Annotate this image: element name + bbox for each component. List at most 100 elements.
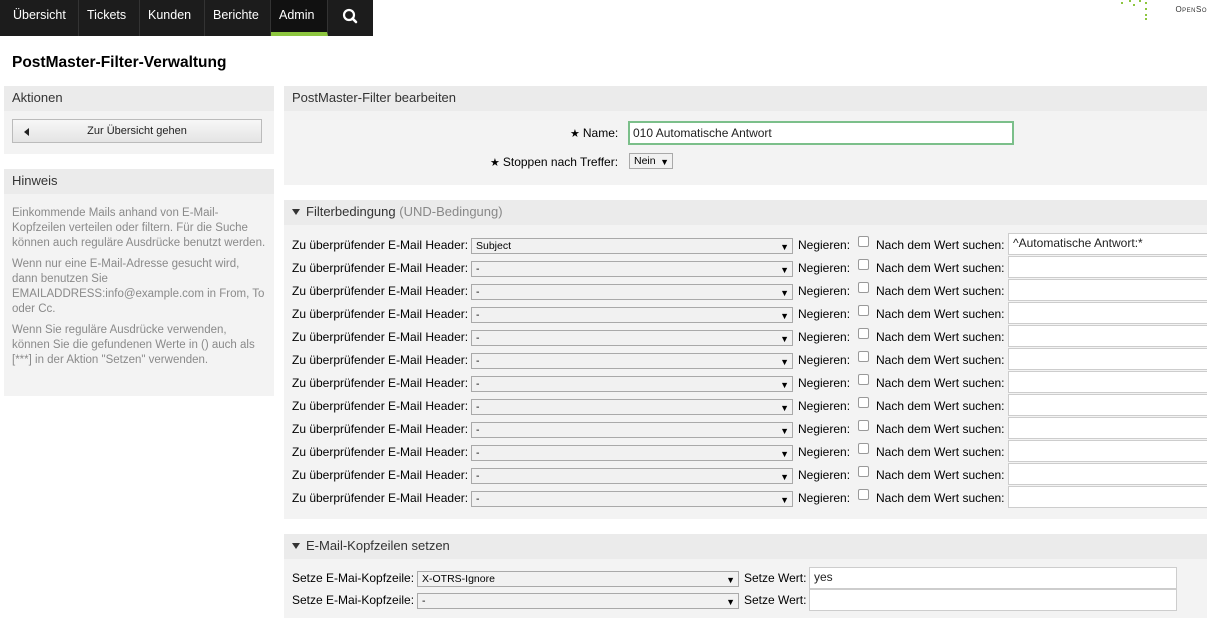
negate-checkbox[interactable] bbox=[858, 305, 869, 316]
search-value-label: Nach dem Wert suchen: bbox=[876, 422, 1005, 436]
header-select-value: - bbox=[476, 378, 480, 390]
actions-title: Aktionen bbox=[12, 90, 63, 105]
search-value-label: Nach dem Wert suchen: bbox=[876, 491, 1005, 505]
header-select-value: - bbox=[476, 332, 480, 344]
chevron-down-icon: ▼ bbox=[780, 311, 789, 321]
search-value-input[interactable] bbox=[1008, 302, 1207, 324]
header-select-value: - bbox=[476, 493, 480, 505]
page-title: PostMaster-Filter-Verwaltung bbox=[12, 54, 227, 71]
edit-filter-title: PostMaster-Filter bearbeiten bbox=[292, 90, 457, 105]
search-value-input[interactable] bbox=[1008, 417, 1207, 439]
header-check-label: Zu überprüfender E-Mail Header: bbox=[292, 422, 469, 436]
chevron-down-icon: ▼ bbox=[780, 357, 789, 367]
header-select[interactable]: - ▼ bbox=[471, 445, 793, 461]
go-to-overview-button[interactable]: Zur Übersicht gehen bbox=[12, 119, 262, 143]
negate-checkbox[interactable] bbox=[858, 397, 869, 408]
set-value-label: Setze Wert: bbox=[744, 593, 807, 607]
header-select[interactable]: - ▼ bbox=[471, 468, 793, 484]
set-header-select-value: - bbox=[422, 595, 426, 607]
chevron-down-icon: ▼ bbox=[780, 242, 789, 252]
filter-condition-title: Filterbedingung bbox=[306, 204, 396, 219]
header-select[interactable]: - ▼ bbox=[471, 491, 793, 507]
negate-checkbox[interactable] bbox=[858, 374, 869, 385]
header-select[interactable]: - ▼ bbox=[471, 284, 793, 300]
set-header-select[interactable]: X-OTRS-Ignore ▼ bbox=[417, 571, 739, 587]
negate-checkbox[interactable] bbox=[858, 489, 869, 500]
header-select-value: - bbox=[476, 447, 480, 459]
nav-item-tickets[interactable]: Tickets bbox=[79, 0, 140, 36]
header-select[interactable]: - ▼ bbox=[471, 422, 793, 438]
logo-mark-icon bbox=[1121, 0, 1147, 20]
logo-text: OpenSo bbox=[1175, 5, 1207, 14]
set-value-input[interactable]: yes bbox=[809, 567, 1177, 589]
set-headers-header[interactable]: E-Mail-Kopfzeilen setzen bbox=[284, 534, 1207, 559]
search-value-label: Nach dem Wert suchen: bbox=[876, 238, 1005, 252]
search-icon bbox=[342, 8, 358, 24]
header-select[interactable]: Subject ▼ bbox=[471, 238, 793, 254]
chevron-down-icon: ▼ bbox=[726, 575, 735, 585]
search-value-input[interactable] bbox=[1008, 394, 1207, 416]
negate-label: Negieren: bbox=[798, 399, 851, 413]
search-value-label: Nach dem Wert suchen: bbox=[876, 284, 1005, 298]
search-value-input[interactable] bbox=[1008, 256, 1207, 278]
chevron-down-icon: ▼ bbox=[780, 334, 789, 344]
search-value-label: Nach dem Wert suchen: bbox=[876, 261, 1005, 275]
search-value-label: Nach dem Wert suchen: bbox=[876, 468, 1005, 482]
name-input[interactable]: 010 Automatische Antwort bbox=[628, 121, 1014, 145]
header-select[interactable]: - ▼ bbox=[471, 307, 793, 323]
search-value-input[interactable] bbox=[1008, 463, 1207, 485]
set-header-select-value: X-OTRS-Ignore bbox=[422, 573, 495, 585]
negate-checkbox[interactable] bbox=[858, 420, 869, 431]
header-select-value: Subject bbox=[476, 240, 512, 252]
nav-item-uebersicht[interactable]: Übersicht bbox=[5, 0, 79, 36]
negate-checkbox[interactable] bbox=[858, 259, 869, 270]
search-value-input[interactable]: ^Automatische Antwort:* bbox=[1008, 233, 1207, 255]
negate-checkbox[interactable] bbox=[858, 466, 869, 477]
header-select[interactable]: - ▼ bbox=[471, 330, 793, 346]
negate-checkbox[interactable] bbox=[858, 282, 869, 293]
search-value-label: Nach dem Wert suchen: bbox=[876, 330, 1005, 344]
negate-checkbox[interactable] bbox=[858, 351, 869, 362]
actions-header: Aktionen bbox=[4, 86, 274, 111]
search-button[interactable] bbox=[328, 0, 373, 36]
caret-left-icon bbox=[24, 128, 29, 136]
header-check-label: Zu überprüfender E-Mail Header: bbox=[292, 445, 469, 459]
set-header-select[interactable]: - ▼ bbox=[417, 593, 739, 609]
search-value-input[interactable] bbox=[1008, 440, 1207, 462]
negate-label: Negieren: bbox=[798, 445, 851, 459]
nav-item-kunden[interactable]: Kunden bbox=[140, 0, 205, 36]
hint-paragraph: Einkommende Mails anhand von E-Mail-Kopf… bbox=[12, 207, 266, 249]
header-select-value: - bbox=[476, 470, 480, 482]
chevron-down-icon: ▼ bbox=[780, 380, 789, 390]
set-value-label: Setze Wert: bbox=[744, 571, 807, 585]
search-value-label: Nach dem Wert suchen: bbox=[876, 307, 1005, 321]
negate-checkbox[interactable] bbox=[858, 443, 869, 454]
search-value-label: Nach dem Wert suchen: bbox=[876, 376, 1005, 390]
nav-item-admin[interactable]: Admin bbox=[271, 0, 328, 36]
negate-checkbox[interactable] bbox=[858, 236, 869, 247]
chevron-down-icon: ▼ bbox=[660, 157, 669, 167]
negate-label: Negieren: bbox=[798, 261, 851, 275]
header-select-value: - bbox=[476, 286, 480, 298]
header-select-value: - bbox=[476, 309, 480, 321]
hint-paragraph: Wenn Sie reguläre Ausdrücke verwenden, k… bbox=[12, 324, 255, 366]
stop-after-match-select[interactable]: Nein ▼ bbox=[629, 153, 673, 169]
negate-checkbox[interactable] bbox=[858, 328, 869, 339]
negate-label: Negieren: bbox=[798, 353, 851, 367]
header-select[interactable]: - ▼ bbox=[471, 353, 793, 369]
header-select[interactable]: - ▼ bbox=[471, 376, 793, 392]
search-value-input[interactable] bbox=[1008, 486, 1207, 508]
search-value-input[interactable] bbox=[1008, 279, 1207, 301]
search-value-input[interactable] bbox=[1008, 348, 1207, 370]
filter-condition-header[interactable]: Filterbedingung (UND-Bedingung) bbox=[284, 200, 1207, 225]
required-icon: ★ bbox=[570, 128, 580, 140]
negate-label: Negieren: bbox=[798, 307, 851, 321]
collapse-triangle-icon bbox=[292, 543, 300, 549]
nav-item-berichte[interactable]: Berichte bbox=[205, 0, 271, 36]
search-value-input[interactable] bbox=[1008, 371, 1207, 393]
header-select[interactable]: - ▼ bbox=[471, 261, 793, 277]
stop-after-match-label: ★ Stoppen nach Treffer: bbox=[490, 155, 619, 169]
header-select[interactable]: - ▼ bbox=[471, 399, 793, 415]
search-value-input[interactable] bbox=[1008, 325, 1207, 347]
set-value-input[interactable] bbox=[809, 589, 1177, 611]
